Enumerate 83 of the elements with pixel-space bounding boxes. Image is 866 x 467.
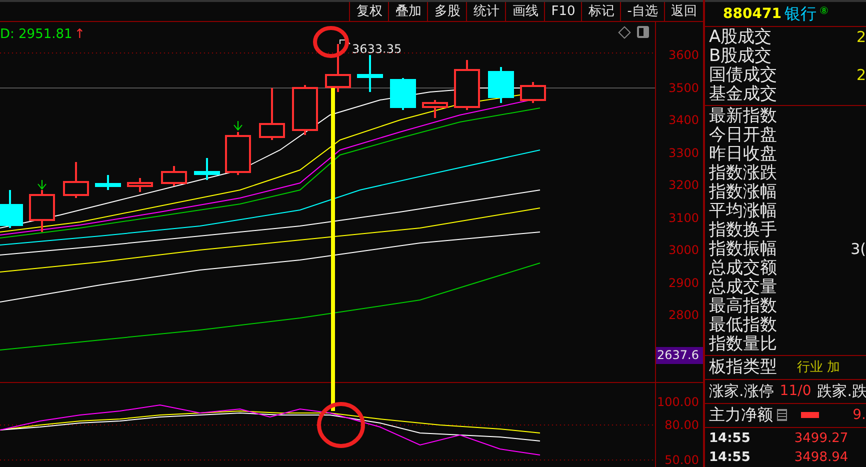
axis-label: 3100 [668, 212, 699, 224]
field-label: 平均涨幅 [709, 203, 777, 220]
field-label: 板指类型 [709, 356, 777, 379]
field-label: 最高指数 [709, 298, 777, 315]
candlestick [259, 88, 285, 140]
field-label: 涨家.涨停 [709, 381, 774, 402]
toolbar-button[interactable]: 统计 [466, 2, 506, 21]
field-label: A股成交 [709, 29, 772, 46]
circle-annotation [317, 402, 365, 448]
flag-icon [340, 40, 350, 44]
candlestick [488, 67, 514, 103]
tick-time: 14:55 [709, 430, 750, 448]
field-label: 今日开盘 [709, 127, 777, 144]
field-label: 昨日收盘 [709, 146, 777, 163]
candlestick [95, 175, 121, 190]
field-label: 指数涨幅 [709, 184, 777, 201]
candlestick [390, 78, 416, 110]
field-label: 指数涨跌 [709, 165, 777, 182]
candlestick [161, 166, 187, 186]
field-value: 行业 加 [797, 358, 840, 377]
index-code: 880471 [723, 4, 782, 24]
toolbar-button[interactable]: 叠加 [388, 2, 428, 21]
axis-label: 80.00 [664, 419, 699, 431]
field-label: 总成交额 [709, 260, 777, 277]
index-name: 银行 [784, 3, 816, 25]
circle-annotation [313, 26, 349, 58]
axis-label: 3200 [668, 179, 699, 191]
toolbar-button[interactable]: 画线 [505, 2, 544, 21]
candlestick [292, 85, 318, 135]
tick-price: 3499.27 [794, 430, 848, 448]
field-value: 3( [850, 242, 866, 257]
tick-time: 14:55 [709, 449, 750, 467]
candlestick [325, 44, 351, 92]
candlestick [0, 190, 23, 228]
field-label: 指数振幅 [709, 241, 777, 258]
field-value: 11/0 [780, 382, 812, 401]
panel-toggle-icon[interactable] [637, 26, 649, 38]
indicator-value: D: 2951.81 [0, 26, 72, 44]
field-label: 指数量比 [709, 336, 777, 353]
axis-label: 3300 [668, 146, 699, 158]
candlestick [454, 60, 480, 110]
toolbar-button[interactable]: -自选 [620, 2, 664, 21]
field-value: 9. [852, 406, 866, 424]
down-arrow-icon [234, 120, 242, 131]
toolbar-button[interactable]: 多股 [427, 2, 466, 21]
field-label: 总成交量 [709, 279, 777, 296]
toolbar-button[interactable]: 返回 [664, 2, 703, 21]
axis-label: 3500 [668, 82, 699, 94]
field-value: 2 [856, 30, 866, 45]
cursor-price-label: 2637.6 [656, 347, 703, 364]
toolbar-button[interactable]: F10 [544, 2, 582, 21]
field-label: 基金成交 [709, 86, 777, 103]
axis-label: 2900 [668, 276, 699, 288]
tick-price: 3498.94 [794, 449, 848, 467]
field-label: 最低指数 [709, 317, 777, 334]
field-label: 指数换手 [709, 222, 777, 239]
candlestick [194, 158, 220, 180]
down-arrow-icon [38, 180, 46, 190]
net-flow-bar [800, 412, 819, 418]
candlestick [357, 55, 383, 92]
axis-label: 3600 [668, 49, 699, 61]
candlestick [422, 100, 448, 118]
axis-label: 3400 [668, 114, 699, 126]
axis-label: 100.00 [657, 396, 699, 408]
field-value: 2 [856, 68, 866, 83]
axis-label: 3000 [668, 244, 699, 256]
axis-label: 2800 [668, 309, 699, 321]
toolbar-button[interactable]: 标记 [581, 2, 620, 21]
badge-icon: ⑧ [819, 4, 828, 19]
list-icon[interactable] [777, 409, 787, 421]
field-label: B股成交 [709, 48, 772, 65]
candlestick [225, 132, 251, 175]
toolbar-button[interactable]: 复权 [349, 2, 388, 21]
candlestick [29, 190, 55, 232]
field-label: 最新指数 [709, 108, 777, 125]
field-label: 国债成交 [709, 67, 777, 84]
up-arrow: ↑ [74, 26, 86, 44]
candlestick [127, 178, 153, 192]
candlestick [520, 82, 546, 103]
peak-price-label: 3633.35 [352, 41, 402, 58]
field-label: 主力净额 [709, 404, 773, 426]
candlestick [63, 162, 89, 198]
axis-label: 50.00 [664, 454, 699, 466]
